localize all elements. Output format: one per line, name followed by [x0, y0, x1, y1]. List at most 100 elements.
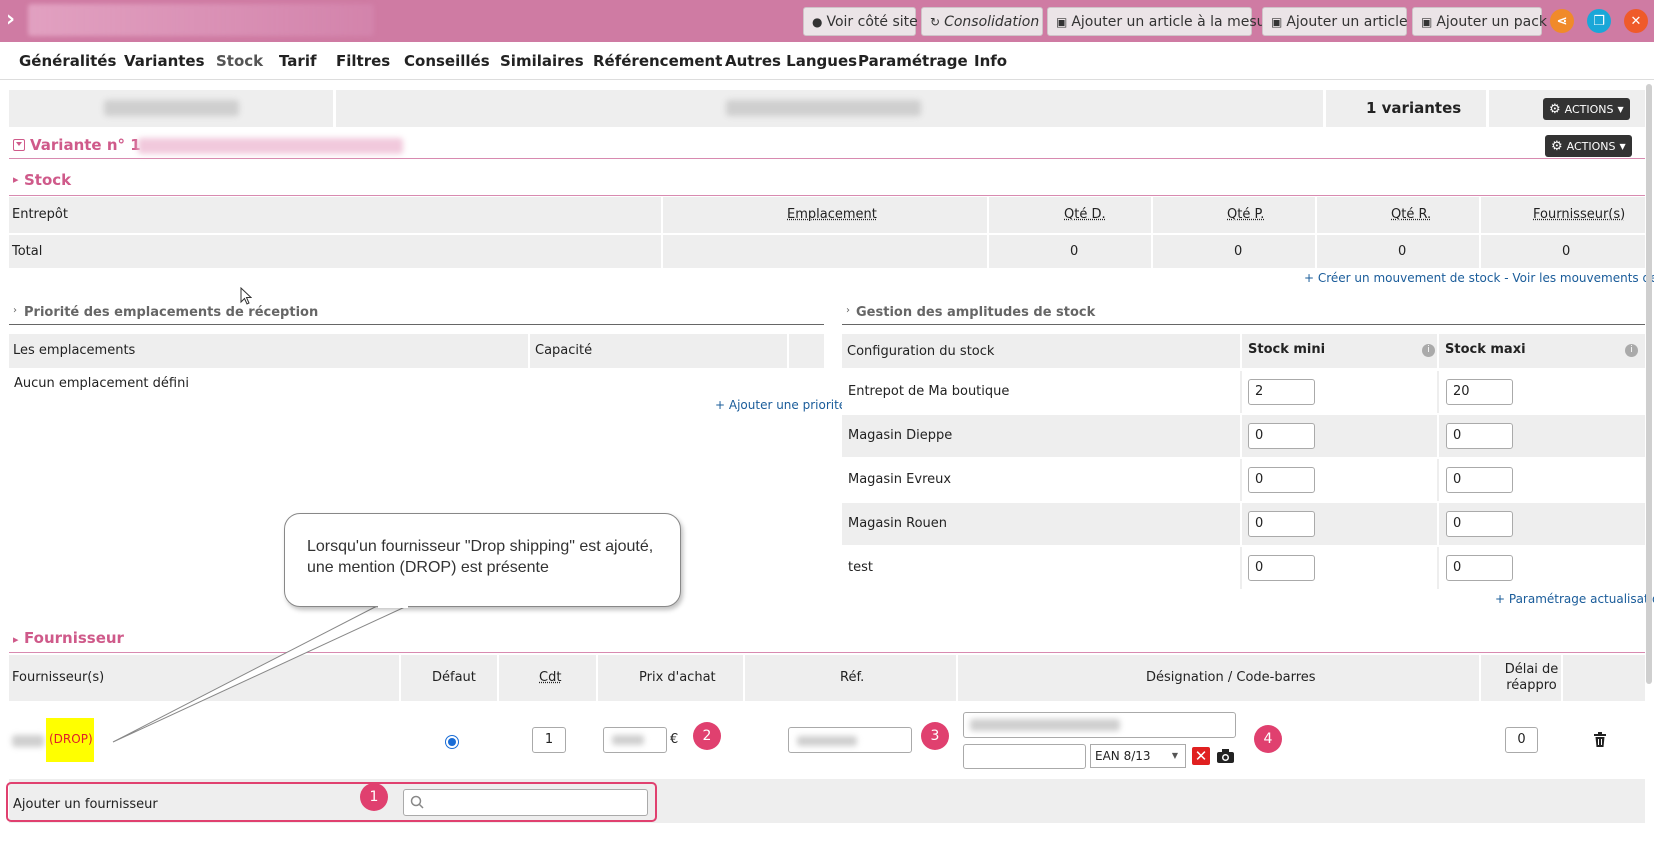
tab-parametrage[interactable]: Paramétrage — [858, 52, 968, 70]
chevron-right-icon[interactable]: › — [13, 305, 17, 316]
stock-mini-input[interactable]: 0 — [1248, 511, 1315, 537]
callout-text: Lorsqu'un fournisseur "Drop shipping" es… — [307, 538, 654, 576]
variante-actions-button[interactable]: ⚙ ACTIONS ▼ — [1545, 135, 1632, 157]
chevron-right-icon[interactable]: ▸ — [13, 173, 19, 186]
annotation-badge-1: 1 — [360, 783, 388, 811]
variantes-summary-row: 1 variantes — [9, 90, 1645, 127]
amplitudes-row-name: Magasin Evreux — [848, 472, 952, 487]
stock-section-title[interactable]: Stock — [24, 171, 71, 189]
tab-info[interactable]: Info — [974, 52, 1007, 70]
close-icon[interactable]: ✕ — [1624, 9, 1648, 33]
amplitudes-header-row: Configuration du stock Stock mini Stock … — [842, 334, 1645, 368]
delai-input[interactable]: 0 — [1505, 727, 1538, 753]
clear-barcode-icon[interactable]: ✕ — [1192, 747, 1210, 765]
tab-variantes[interactable]: Variantes — [124, 52, 205, 70]
stock-maxi-input[interactable]: 0 — [1446, 555, 1513, 581]
ajouter-article-button[interactable]: ▣ Ajouter un article — [1262, 7, 1408, 36]
tab-conseilles[interactable]: Conseillés — [404, 52, 490, 70]
fournisseur-header-ref: Réf. — [840, 670, 865, 685]
tab-autres-langues[interactable]: Autres Langues — [725, 52, 857, 70]
chevron-right-icon[interactable]: ▸ — [13, 633, 19, 646]
chevron-right-icon[interactable]: › — [846, 305, 850, 316]
copy-icon[interactable]: ❐ — [1587, 9, 1611, 33]
divider — [9, 324, 824, 325]
actions-dropdown-button[interactable]: ⚙ ACTIONS ▼ — [1543, 98, 1630, 120]
plus-square-icon: ▣ — [1056, 14, 1068, 29]
search-icon — [410, 795, 424, 809]
callout-join — [378, 600, 408, 608]
priorite-title[interactable]: Priorité des emplacements de réception — [24, 305, 318, 320]
annotation-badge-2: 2 — [693, 722, 721, 750]
default-radio[interactable] — [445, 735, 459, 749]
trash-icon[interactable] — [1593, 732, 1607, 748]
ajouter-article-mesure-button[interactable]: ▣ Ajouter un article à la mesure — [1047, 7, 1280, 36]
refresh-icon: ↻ — [930, 14, 941, 29]
tab-tarif[interactable]: Tarif — [279, 52, 317, 70]
voir-cote-site-button[interactable]: ● Voir côté site — [803, 7, 918, 36]
stock-total-label: Total — [12, 244, 43, 259]
stock-mini-input[interactable]: 0 — [1248, 555, 1315, 581]
stock-mini-input[interactable]: 0 — [1248, 467, 1315, 493]
variantes-count: 1 variantes — [1366, 99, 1462, 117]
tab-similaires[interactable]: Similaires — [500, 52, 584, 70]
stock-header-qte-p: Qté P. — [1227, 207, 1265, 222]
summary-cell-count: 1 variantes — [1326, 90, 1486, 127]
divider — [9, 195, 1645, 196]
stock-maxi-input[interactable]: 20 — [1446, 379, 1513, 405]
fournisseur-header-prix: Prix d'achat — [639, 670, 716, 685]
info-icon[interactable]: i — [1625, 344, 1638, 357]
stock-header-entrepot: Entrepôt — [12, 207, 68, 222]
summary-cell-ref — [9, 90, 333, 127]
ajouter-priorite-link[interactable]: + Ajouter une priorité — [715, 398, 846, 412]
annotation-badge-4: 4 — [1254, 725, 1282, 753]
share-icon[interactable]: ⋖ — [1550, 9, 1574, 33]
ref-input[interactable] — [788, 727, 912, 753]
fournisseur-header-delai: Délai de réappro — [1504, 662, 1559, 693]
cdt-input[interactable]: 1 — [532, 727, 566, 753]
stock-total-qte-r: 0 — [1398, 244, 1407, 259]
blurred-product-title — [28, 4, 374, 36]
amplitudes-header-config: Configuration du stock — [847, 344, 995, 359]
stock-mini-input[interactable]: 2 — [1248, 379, 1315, 405]
stock-maxi-input[interactable]: 0 — [1446, 511, 1513, 537]
camera-icon[interactable] — [1216, 748, 1235, 764]
tab-bar: Généralités Variantes Stock Tarif Filtre… — [0, 42, 1654, 80]
collapse-icon[interactable] — [13, 139, 25, 151]
amplitudes-title[interactable]: Gestion des amplitudes de stock — [856, 305, 1095, 320]
designation-input[interactable] — [963, 712, 1236, 738]
info-icon[interactable]: i — [1422, 344, 1435, 357]
consolidation-button[interactable]: ↻ Consolidation — [921, 7, 1043, 36]
chevron-right-icon[interactable]: › — [6, 8, 30, 32]
fournisseur-header-designation: Désignation / Code-barres — [1146, 670, 1316, 685]
stock-maxi-input[interactable]: 0 — [1446, 423, 1513, 449]
amplitudes-row: Magasin Dieppe — [842, 415, 1645, 457]
globe-icon: ● — [812, 14, 823, 29]
stock-total-qte-d: 0 — [1070, 244, 1079, 259]
scrollbar[interactable] — [1646, 84, 1652, 684]
blurred-variante-name — [138, 138, 403, 154]
top-bar: › ● Voir côté site ↻ Consolidation ▣ Ajo… — [0, 0, 1654, 42]
tab-filtres[interactable]: Filtres — [336, 52, 390, 70]
barcode-input[interactable] — [963, 744, 1086, 769]
prix-achat-input[interactable] — [603, 727, 667, 753]
tab-generalites[interactable]: Généralités — [19, 52, 116, 70]
amplitudes-row: Magasin Rouen — [842, 503, 1645, 545]
stock-mini-input[interactable]: 0 — [1248, 423, 1315, 449]
creer-mouvement-link[interactable]: + Créer un mouvement de stock — [1304, 271, 1500, 285]
stock-maxi-input[interactable]: 0 — [1446, 467, 1513, 493]
voir-mouvements-link[interactable]: Voir les mouvements de stock — [1512, 271, 1654, 285]
amplitudes-row: Entrepot de Ma boutique — [842, 371, 1645, 413]
tab-stock[interactable]: Stock — [216, 52, 263, 70]
stock-header-qte-d: Qté D. — [1064, 207, 1106, 222]
annotation-badge-3: 3 — [921, 722, 949, 750]
parametrage-actualisation-link[interactable]: + Paramétrage actualisation — [1495, 592, 1654, 606]
ajouter-pack-button[interactable]: ▣ Ajouter un pack — [1412, 7, 1547, 36]
fournisseur-search-input[interactable] — [403, 789, 648, 816]
callout-bubble: Lorsqu'un fournisseur "Drop shipping" es… — [284, 513, 681, 607]
caret-down-icon: ▼ — [1171, 751, 1179, 760]
tab-referencement[interactable]: Référencement — [593, 52, 722, 70]
variante-title: Variante n° 1 - — [30, 136, 153, 154]
priorite-header-capacite: Capacité — [535, 343, 593, 358]
stock-header-row: Entrepôt Emplacement Qté D. Qté P. Qté R… — [9, 197, 1645, 233]
barcode-type-select[interactable]: EAN 8/13 ▼ — [1090, 744, 1186, 768]
